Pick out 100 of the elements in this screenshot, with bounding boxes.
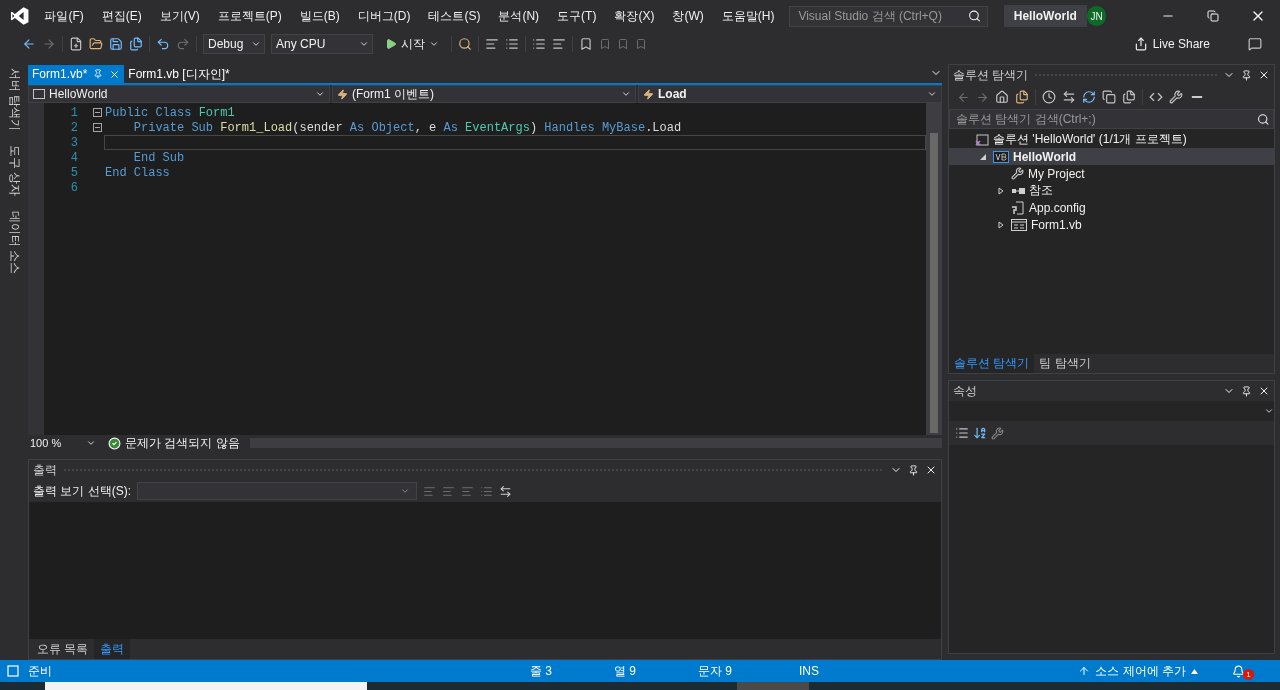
close-icon[interactable] [1258, 69, 1270, 81]
menu-item[interactable]: 빌드(B) [290, 7, 349, 25]
sync-icon[interactable] [1062, 90, 1076, 104]
search-icon [967, 9, 981, 23]
code-line: Public Class Form1 [105, 105, 235, 120]
insert-mode: INS [799, 664, 819, 678]
menu-item[interactable]: 분석(N) [489, 7, 549, 25]
home-icon[interactable] [995, 90, 1009, 104]
pin-icon[interactable] [1241, 69, 1252, 81]
project-dropdown[interactable]: HelloWorld [28, 85, 330, 103]
collapse-icon[interactable] [93, 123, 102, 132]
member-dropdown[interactable]: Load [638, 85, 942, 103]
categorized-icon[interactable] [955, 426, 969, 440]
outdent-icon[interactable] [485, 37, 499, 51]
clear-all-icon[interactable] [480, 484, 493, 498]
menu-item[interactable]: 도구(T) [548, 7, 606, 25]
alphabetical-icon[interactable] [973, 426, 987, 440]
platform-dropdown[interactable]: Any CPU [271, 34, 373, 54]
search-field[interactable]: Visual Studio 검색 (Ctrl+Q) [789, 5, 988, 27]
save-icon[interactable] [109, 37, 123, 51]
show-all-files-icon[interactable] [1122, 90, 1136, 104]
collapse-arrow-icon[interactable] [979, 152, 987, 161]
menu-item[interactable]: 프로젝트(P) [208, 7, 291, 25]
search-input[interactable]: 솔루션 탐색기 검색(Ctrl+;) [954, 111, 1257, 127]
feedback-icon[interactable] [1248, 37, 1262, 51]
switch-views-icon[interactable] [1015, 90, 1029, 104]
play-icon [385, 38, 397, 50]
side-tab[interactable]: 데이터 소스 [5, 210, 23, 275]
vb-project-icon [993, 150, 1009, 163]
panel-tab[interactable]: 팀 탐색기 [1034, 354, 1096, 373]
status-text: 준비 [28, 662, 53, 680]
expand-arrow-icon[interactable] [997, 220, 1005, 229]
tree-item[interactable]: App.config [949, 199, 1274, 216]
forward-icon[interactable] [42, 37, 56, 51]
go-to-line-icon[interactable] [423, 484, 436, 498]
bookmark-clear-icon[interactable] [635, 38, 647, 50]
pending-changes-icon[interactable] [1042, 90, 1056, 104]
side-tab[interactable]: 서버 탐색기 [5, 68, 23, 132]
forward-icon[interactable] [976, 90, 989, 104]
collapse-all-icon[interactable] [1102, 90, 1116, 104]
comment-icon[interactable] [532, 37, 546, 51]
caret-icon [927, 89, 937, 99]
side-tab[interactable]: 도구 상자 [5, 145, 23, 197]
save-all-icon[interactable] [129, 37, 143, 51]
share-icon [1133, 37, 1148, 51]
live-share-button[interactable]: Live Share [1127, 36, 1216, 52]
word-wrap-icon[interactable] [499, 484, 512, 498]
menu-item[interactable]: 보기(V) [150, 7, 209, 25]
previous-message-icon[interactable] [442, 484, 455, 498]
back-icon[interactable] [957, 90, 970, 104]
view-code-icon[interactable] [1149, 90, 1163, 104]
menu-item[interactable]: 확장(X) [605, 7, 664, 25]
next-message-icon[interactable] [461, 484, 474, 498]
tree-item[interactable]: Form1.vb [949, 216, 1274, 233]
object-dropdown[interactable]: (Form1 이벤트) [332, 85, 636, 103]
vb-project-icon [33, 89, 45, 99]
bookmark-next-icon[interactable] [617, 38, 629, 50]
menu-item[interactable]: 디버그(D) [348, 7, 420, 25]
menu-item[interactable]: 테스트(S) [419, 7, 490, 25]
open-folder-icon[interactable] [89, 37, 103, 51]
pin-icon[interactable] [1241, 385, 1252, 397]
new-file-icon[interactable] [69, 37, 83, 51]
tree-item[interactable]: 솔루션 'HelloWorld' (1/1개 프로젝트) [949, 131, 1274, 148]
pin-icon[interactable] [908, 464, 919, 476]
menu-item[interactable]: 편집(E) [92, 7, 151, 25]
tree-item[interactable]: 참조 [949, 182, 1274, 199]
panel-tab[interactable]: 오류 목록 [31, 639, 95, 659]
find-icon[interactable] [458, 37, 472, 51]
undo-icon[interactable] [156, 37, 170, 51]
bookmark-icon[interactable] [579, 37, 593, 51]
properties-icon[interactable] [1169, 90, 1183, 104]
source-control-button[interactable]: 소스 제어에 추가 [1072, 661, 1204, 681]
config-file-icon [1011, 200, 1025, 215]
tree-item[interactable]: HelloWorld [949, 148, 1274, 165]
line-number: 2 [69, 120, 78, 135]
search-field[interactable]: 솔루션 탐색기 검색(Ctrl+;) [949, 109, 1274, 129]
bookmark-prev-icon[interactable] [599, 38, 611, 50]
indent-icon[interactable] [505, 37, 519, 51]
properties-icon[interactable] [991, 426, 1004, 440]
start-button[interactable]: 시작 [379, 34, 445, 54]
expand-arrow-icon[interactable] [997, 186, 1005, 195]
menu-item[interactable]: 파일(F) [35, 7, 93, 25]
document-tab[interactable]: Form1.vb [디자인]* [124, 65, 234, 83]
configuration-dropdown[interactable]: Debug [203, 34, 265, 54]
back-icon[interactable] [22, 37, 36, 51]
panel-tab[interactable]: 출력 [94, 639, 131, 659]
panel-tab[interactable]: 솔루션 탐색기 [949, 354, 1035, 373]
close-icon[interactable] [1258, 385, 1270, 397]
menu-item[interactable]: 창(W) [663, 7, 713, 25]
status-icon [6, 665, 20, 677]
close-icon[interactable] [925, 464, 937, 476]
user-avatar[interactable]: JN [1086, 6, 1107, 26]
vertical-scrollbar[interactable] [926, 103, 942, 435]
redo-icon[interactable] [176, 37, 190, 51]
refresh-icon[interactable] [1082, 90, 1096, 104]
lightning-icon [643, 88, 654, 100]
tree-item[interactable]: My Project [949, 165, 1274, 182]
collapse-icon[interactable] [93, 108, 102, 117]
menu-item[interactable]: 도움말(H) [712, 7, 784, 25]
uncomment-icon[interactable] [552, 37, 566, 51]
